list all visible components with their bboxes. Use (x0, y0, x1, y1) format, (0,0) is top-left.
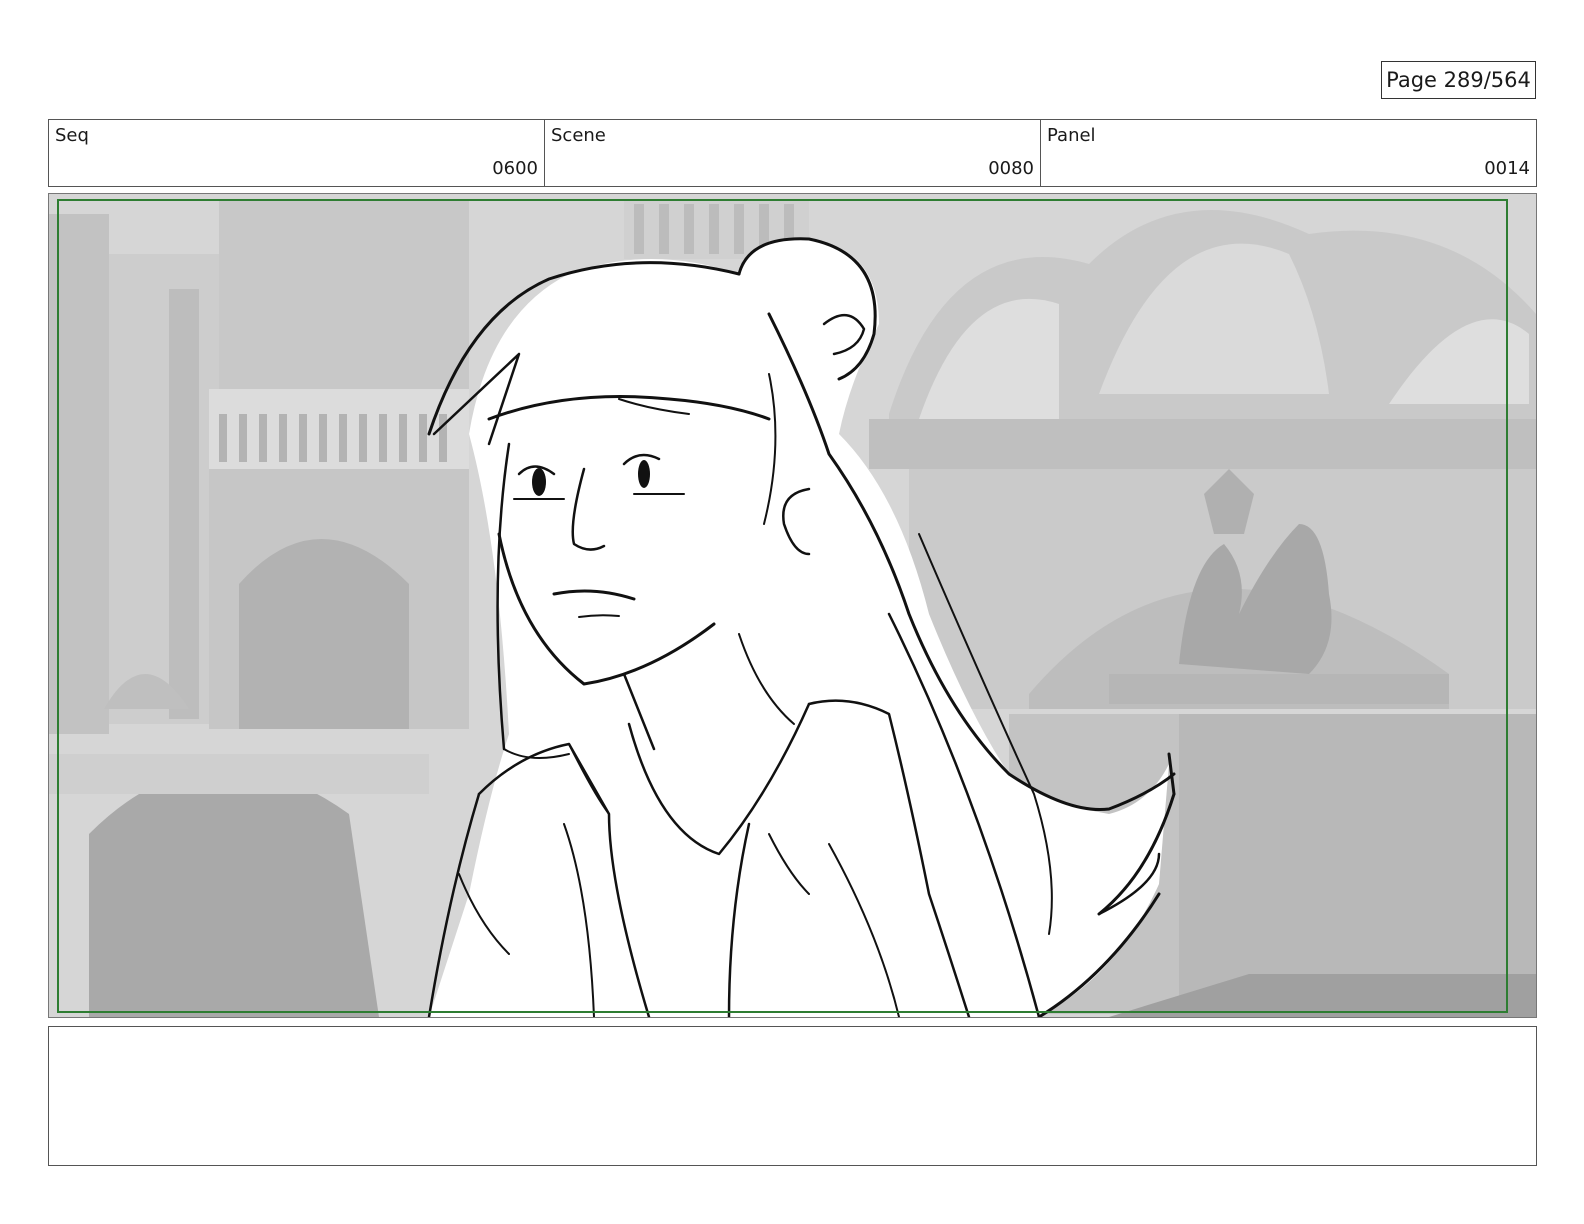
panel-header: Seq 0600 Scene 0080 Panel 0014 (48, 119, 1537, 187)
scene-cell: Scene 0080 (545, 120, 1041, 186)
notes-box[interactable] (48, 1026, 1537, 1166)
scene-label: Scene (551, 125, 606, 146)
panel-value: 0014 (1484, 158, 1530, 179)
storyboard-drawing (49, 194, 1536, 1017)
seq-value: 0600 (492, 158, 538, 179)
seq-label: Seq (55, 125, 89, 146)
seq-cell: Seq 0600 (49, 120, 545, 186)
storyboard-frame (48, 193, 1537, 1018)
panel-cell: Panel 0014 (1041, 120, 1536, 186)
panel-label: Panel (1047, 125, 1096, 146)
page-number: Page 289/564 (1381, 61, 1536, 99)
scene-value: 0080 (988, 158, 1034, 179)
